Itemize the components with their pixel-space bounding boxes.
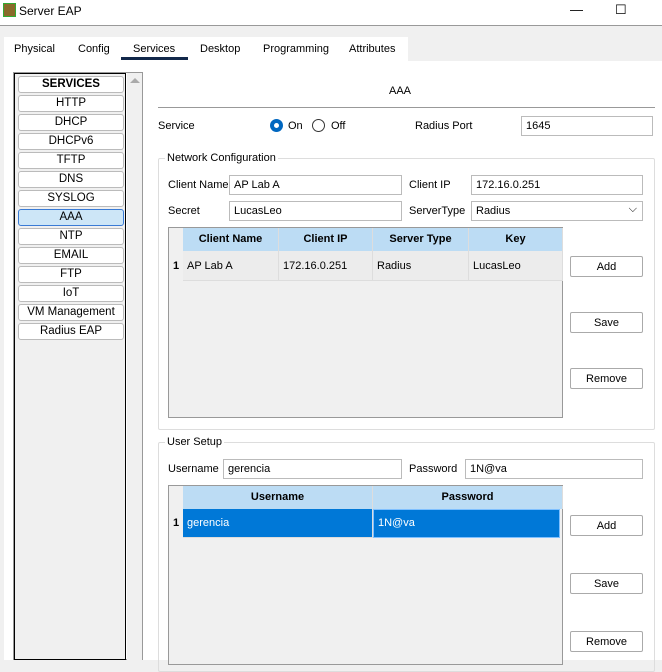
cell-key[interactable]: LucasLeo bbox=[469, 251, 563, 281]
active-tab-indicator bbox=[121, 57, 188, 60]
tab-physical[interactable]: Physical bbox=[14, 43, 55, 55]
sidebar-item-services[interactable]: SERVICES bbox=[18, 76, 124, 93]
username-label: Username bbox=[168, 463, 219, 475]
service-off-label: Off bbox=[331, 120, 346, 132]
maximize-button[interactable]: ☐ bbox=[615, 2, 627, 18]
tab-attributes[interactable]: Attributes bbox=[349, 43, 395, 55]
add-user-button[interactable]: Add bbox=[570, 515, 643, 536]
minimize-button[interactable]: — bbox=[570, 2, 583, 17]
page-heading: AAA bbox=[389, 85, 412, 97]
tab-services[interactable]: Services bbox=[133, 43, 175, 55]
username-input[interactable] bbox=[223, 459, 402, 479]
column-header[interactable]: Client Name bbox=[183, 228, 279, 251]
server-type-value: Radius bbox=[476, 205, 511, 217]
service-on-radio[interactable] bbox=[270, 119, 283, 132]
tab-config[interactable]: Config bbox=[78, 43, 110, 55]
sidebar-scrollbar[interactable] bbox=[127, 73, 142, 660]
cell-password[interactable]: 1N@va bbox=[373, 509, 560, 538]
scroll-up-arrow-icon[interactable] bbox=[130, 78, 140, 83]
column-header[interactable]: Password bbox=[373, 486, 563, 509]
sidebar-item-syslog[interactable]: SYSLOG bbox=[18, 190, 124, 207]
title-bar bbox=[0, 0, 662, 26]
radius-port-label: Radius Port bbox=[415, 120, 473, 132]
app-icon bbox=[3, 3, 16, 17]
client-name-label: Client Name bbox=[168, 179, 229, 191]
cell-client-name[interactable]: AP Lab A bbox=[183, 251, 279, 281]
cell-server-type[interactable]: Radius bbox=[373, 251, 469, 281]
network-configuration-legend: Network Configuration bbox=[165, 152, 278, 164]
service-off-radio[interactable] bbox=[312, 119, 325, 132]
tab-programming[interactable]: Programming bbox=[263, 43, 329, 55]
tab-desktop[interactable]: Desktop bbox=[200, 43, 240, 55]
sidebar-item-vm-management[interactable]: VM Management bbox=[18, 304, 124, 321]
radius-port-input[interactable] bbox=[521, 116, 653, 136]
service-list: SERVICES HTTP DHCP DHCPv6 TFTP DNS SYSLOG AAA NT… bbox=[14, 73, 126, 660]
column-header[interactable]: Server Type bbox=[373, 228, 469, 251]
window-title: Server EAP bbox=[19, 4, 82, 18]
server-type-label: ServerType bbox=[409, 205, 466, 217]
sidebar-item-dhcpv6[interactable]: DHCPv6 bbox=[18, 133, 124, 150]
remove-user-button[interactable]: Remove bbox=[570, 631, 643, 652]
cell-client-ip[interactable]: 172.16.0.251 bbox=[279, 251, 373, 281]
secret-input[interactable] bbox=[229, 201, 402, 221]
column-header[interactable]: Key bbox=[469, 228, 563, 251]
client-table: Client Name Client IP Server Type Key 1 … bbox=[168, 227, 563, 418]
sidebar-item-email[interactable]: EMAIL bbox=[18, 247, 124, 264]
password-label: Password bbox=[409, 463, 458, 475]
user-table: Username Password 1 gerencia 1N@va bbox=[168, 485, 563, 665]
password-input[interactable] bbox=[465, 459, 643, 479]
sidebar-item-aaa[interactable]: AAA bbox=[18, 209, 124, 226]
save-user-button[interactable]: Save bbox=[570, 573, 643, 594]
column-header[interactable]: Username bbox=[183, 486, 373, 509]
service-label: Service bbox=[158, 120, 195, 132]
chevron-down-icon: ⌵ bbox=[628, 203, 637, 215]
column-header[interactable]: Client IP bbox=[279, 228, 373, 251]
secret-label: Secret bbox=[168, 205, 200, 217]
sidebar-item-ntp[interactable]: NTP bbox=[18, 228, 124, 245]
sidebar-item-iot[interactable]: IoT bbox=[18, 285, 124, 302]
service-on-label: On bbox=[288, 120, 303, 132]
user-setup-legend: User Setup bbox=[165, 436, 225, 448]
row-number: 1 bbox=[172, 260, 180, 272]
client-ip-label: Client IP bbox=[409, 179, 451, 191]
remove-client-button[interactable]: Remove bbox=[570, 368, 643, 389]
sidebar-item-ftp[interactable]: FTP bbox=[18, 266, 124, 283]
cell-username[interactable]: gerencia bbox=[183, 509, 373, 538]
row-number: 1 bbox=[172, 517, 180, 529]
sidebar-item-dns[interactable]: DNS bbox=[18, 171, 124, 188]
save-client-button[interactable]: Save bbox=[570, 312, 643, 333]
add-client-button[interactable]: Add bbox=[570, 256, 643, 277]
sidebar-item-http[interactable]: HTTP bbox=[18, 95, 124, 112]
sidebar-item-tftp[interactable]: TFTP bbox=[18, 152, 124, 169]
server-type-select[interactable]: Radius ⌵ bbox=[471, 201, 643, 221]
sidebar-item-radius-eap[interactable]: Radius EAP bbox=[18, 323, 124, 340]
client-name-input[interactable] bbox=[229, 175, 402, 195]
divider bbox=[158, 107, 655, 108]
sidebar-item-dhcp[interactable]: DHCP bbox=[18, 114, 124, 131]
client-ip-input[interactable] bbox=[471, 175, 643, 195]
